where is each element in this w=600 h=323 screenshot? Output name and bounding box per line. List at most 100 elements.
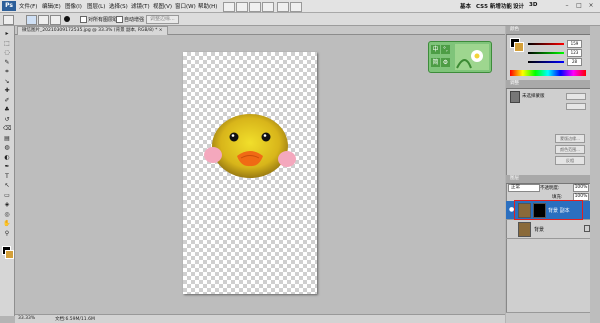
hand-icon[interactable]: ✋ bbox=[3, 220, 11, 228]
maximize-icon[interactable]: □ bbox=[575, 2, 583, 10]
close-icon[interactable]: × bbox=[587, 2, 595, 10]
layers-panel-header[interactable]: 图层 bbox=[506, 175, 600, 184]
stamp-icon[interactable]: ♣ bbox=[3, 106, 11, 114]
3d-orbit-icon[interactable]: ◎ bbox=[3, 211, 11, 219]
menu-view[interactable]: 视图(V) bbox=[153, 2, 172, 10]
menu-bar: Ps 文件(F) 编辑(E) 图像(I) 图层(L) 选择(S) 滤镜(T) 视… bbox=[0, 0, 600, 13]
3d-rotate-icon[interactable]: ◈ bbox=[3, 201, 11, 209]
color-panel-header[interactable]: 颜色 bbox=[506, 26, 600, 35]
auto-enhance-checkbox[interactable] bbox=[116, 16, 123, 23]
workspace-3d[interactable]: 3D bbox=[529, 2, 537, 8]
sample-all-checkbox[interactable] bbox=[80, 16, 87, 23]
layer-thumbnail bbox=[518, 222, 531, 237]
blend-mode-select[interactable]: 正常 bbox=[508, 184, 540, 192]
zoom-icon[interactable]: ⚲ bbox=[3, 230, 11, 238]
auto-enhance-label: 自动增强 bbox=[124, 17, 145, 23]
eye-icon[interactable] bbox=[509, 226, 514, 231]
red-value[interactable]: 159 bbox=[567, 40, 582, 48]
type-icon[interactable]: T bbox=[3, 173, 11, 181]
adjustments-panel-header[interactable]: 调整 bbox=[506, 80, 600, 89]
zoom-level-button[interactable] bbox=[262, 2, 274, 12]
layers-tab[interactable]: 图层 bbox=[510, 175, 519, 183]
toolbox-background-swatch[interactable] bbox=[5, 250, 14, 259]
green-value[interactable]: 123 bbox=[567, 49, 582, 57]
hand-button[interactable] bbox=[277, 2, 289, 12]
arrange-docs-button[interactable] bbox=[290, 2, 302, 12]
menu-select[interactable]: 选择(S) bbox=[109, 2, 128, 10]
new-selection-icon[interactable] bbox=[26, 15, 37, 25]
subtract-selection-icon[interactable] bbox=[50, 15, 61, 25]
opacity-label: 不透明度: bbox=[540, 186, 560, 191]
color-spectrum[interactable] bbox=[510, 70, 586, 76]
ime-simplified[interactable]: 简 bbox=[431, 58, 440, 67]
workspace-design[interactable]: 设计 bbox=[513, 2, 524, 10]
layers-footer bbox=[506, 312, 590, 323]
menu-edit[interactable]: 编辑(E) bbox=[42, 2, 61, 10]
color-tab[interactable]: 颜色 bbox=[510, 26, 519, 34]
selection-highlight bbox=[514, 200, 583, 220]
add-selection-icon[interactable] bbox=[38, 15, 49, 25]
minibridge-button[interactable] bbox=[236, 2, 248, 12]
status-bar: 33.33% 文档:6.59M/11.6M bbox=[15, 314, 505, 323]
flower-icon bbox=[455, 44, 489, 70]
no-mask-label: 未选择蒙版 bbox=[522, 94, 545, 99]
ime-toolbar[interactable]: 中 °, 简 ⚙ bbox=[428, 41, 492, 73]
color-range-button[interactable]: 颜色范围... bbox=[555, 145, 585, 154]
workspace-basic[interactable]: 基本 bbox=[460, 2, 471, 10]
view-extras-button[interactable] bbox=[249, 2, 261, 12]
app-logo: Ps bbox=[2, 1, 16, 11]
panel-icon-strip bbox=[590, 26, 600, 323]
invert-button[interactable]: 反相 bbox=[555, 156, 585, 165]
options-bar: 对所有图层取样 自动增强 调整边缘... bbox=[0, 13, 600, 26]
document-tab[interactable]: 微信图片_20210309172535.jpg @ 33.3% (背景 副本, … bbox=[17, 26, 168, 35]
eyedropper-icon[interactable]: ↘ bbox=[3, 78, 11, 86]
background-color-swatch[interactable] bbox=[514, 42, 524, 52]
shape-icon[interactable]: ▭ bbox=[3, 192, 11, 200]
lasso-icon[interactable]: ◌ bbox=[3, 49, 11, 57]
menu-window[interactable]: 窗口(W) bbox=[175, 2, 196, 10]
pen-icon[interactable]: ✒ bbox=[3, 163, 11, 171]
ime-punct[interactable]: °, bbox=[441, 45, 450, 54]
red-slider[interactable] bbox=[528, 43, 564, 45]
history-brush-icon[interactable]: ↺ bbox=[3, 116, 11, 124]
crop-icon[interactable]: ⌗ bbox=[3, 68, 11, 76]
menu-image[interactable]: 图像(I) bbox=[65, 2, 82, 10]
layer-row-background[interactable]: 背景 bbox=[506, 220, 596, 239]
brush-icon[interactable]: ✐ bbox=[3, 97, 11, 105]
blue-slider[interactable] bbox=[528, 61, 564, 63]
adjustments-tab[interactable]: 调整 bbox=[510, 80, 519, 88]
opacity-field[interactable]: 100% bbox=[573, 184, 589, 192]
layer-name[interactable]: 背景 bbox=[534, 226, 544, 233]
zoom-readout[interactable]: 33.33% bbox=[18, 316, 35, 321]
gradient-icon[interactable]: ▤ bbox=[3, 135, 11, 143]
doc-size: 文档:6.59M/11.6M bbox=[55, 317, 95, 322]
quick-select-icon[interactable]: ✎ bbox=[3, 59, 11, 67]
path-select-icon[interactable]: ↖ bbox=[3, 182, 11, 190]
eraser-icon[interactable]: ⌫ bbox=[3, 125, 11, 133]
tool-preset-icon[interactable] bbox=[3, 15, 14, 25]
dodge-icon[interactable]: ◐ bbox=[3, 154, 11, 162]
menu-filter[interactable]: 滤镜(T) bbox=[131, 2, 150, 10]
blur-icon[interactable]: ◍ bbox=[3, 144, 11, 152]
healing-icon[interactable]: ✚ bbox=[3, 87, 11, 95]
menu-file[interactable]: 文件(F) bbox=[19, 2, 37, 10]
blue-value[interactable]: 28 bbox=[567, 58, 582, 66]
gear-icon[interactable]: ⚙ bbox=[441, 58, 450, 67]
mask-edge-button[interactable]: 蒙版边缘... bbox=[555, 134, 585, 143]
workspace-cs5[interactable]: CS5 新增功能 bbox=[476, 2, 512, 10]
ime-lang[interactable]: 中 bbox=[431, 45, 440, 54]
document-tab-bar: 微信图片_20210309172535.jpg @ 33.3% (背景 副本, … bbox=[15, 26, 505, 35]
feather-field[interactable] bbox=[566, 103, 586, 110]
menu-layer[interactable]: 图层(L) bbox=[87, 2, 105, 10]
brush-size-icon[interactable] bbox=[64, 16, 70, 22]
refine-edge-button[interactable]: 调整边缘... bbox=[146, 15, 179, 24]
minimize-icon[interactable]: – bbox=[563, 2, 571, 10]
bridge-button[interactable] bbox=[223, 2, 235, 12]
mask-thumbnail-icon bbox=[510, 91, 520, 103]
green-slider[interactable] bbox=[528, 52, 564, 54]
duck-image bbox=[204, 114, 296, 178]
move-icon[interactable]: ▸ bbox=[3, 30, 11, 38]
menu-help[interactable]: 帮助(H) bbox=[198, 2, 217, 10]
density-field[interactable] bbox=[566, 93, 586, 100]
marquee-icon[interactable]: ⬚ bbox=[3, 40, 11, 48]
